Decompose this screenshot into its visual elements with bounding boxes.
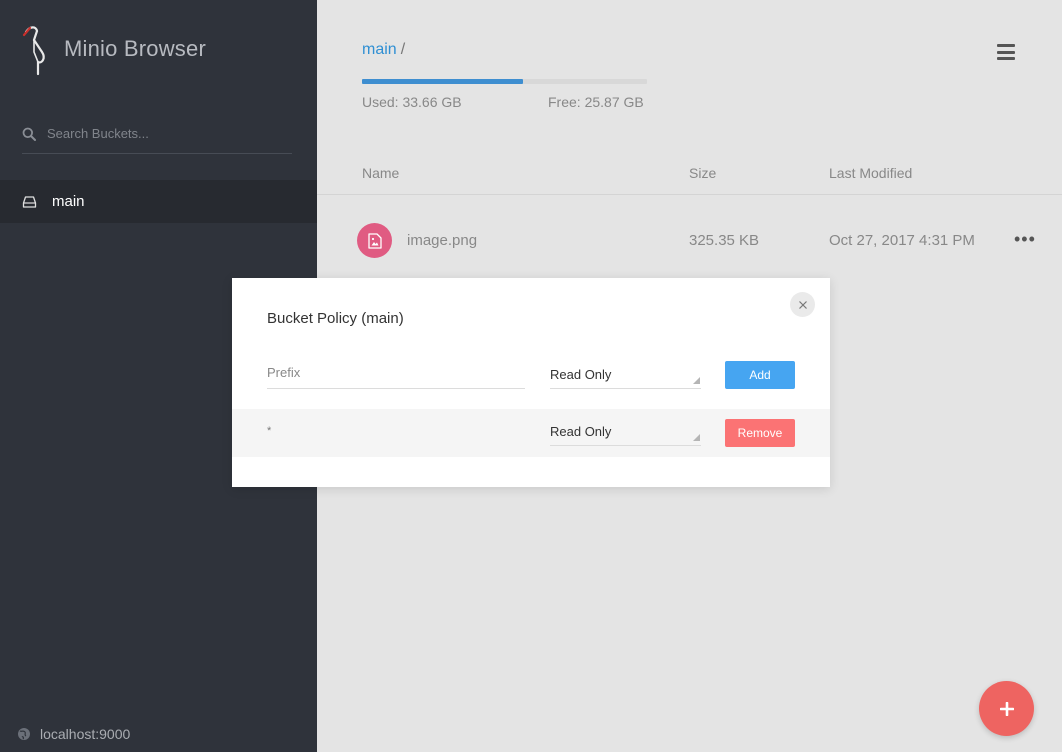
search-icon xyxy=(22,127,36,141)
app-name: Minio Browser xyxy=(64,36,206,61)
storage-free-label: Free: 25.87 GB xyxy=(548,94,644,110)
host-info: localhost:9000 xyxy=(17,726,130,742)
file-size: 325.35 KB xyxy=(689,232,760,249)
sidebar-item-label: main xyxy=(52,193,85,210)
bucket-search[interactable] xyxy=(22,114,292,154)
add-button[interactable] xyxy=(979,681,1034,736)
breadcrumb-bucket-link[interactable]: main xyxy=(362,41,397,58)
select-caret-icon xyxy=(693,377,700,384)
file-last-modified: Oct 27, 2017 4:31 PM xyxy=(829,232,975,249)
plus-icon xyxy=(999,701,1014,716)
hard-drive-icon xyxy=(22,195,37,208)
column-header-size[interactable]: Size xyxy=(689,165,716,181)
new-policy-select[interactable]: Read Only xyxy=(550,364,701,389)
policy-prefix: * xyxy=(267,425,272,437)
add-policy-button[interactable]: Add xyxy=(725,361,795,389)
close-icon xyxy=(798,300,807,309)
select-caret-icon xyxy=(693,434,700,441)
column-header-name[interactable]: Name xyxy=(362,165,399,181)
storage-usage-bar xyxy=(362,79,647,84)
breadcrumb-separator: / xyxy=(400,41,406,58)
object-table-header: Name Size Last Modified xyxy=(317,154,1062,195)
prefix-input[interactable] xyxy=(267,365,525,380)
new-policy-select-value: Read Only xyxy=(550,367,612,382)
host-address: localhost:9000 xyxy=(40,726,131,742)
search-buckets-input[interactable] xyxy=(47,126,277,141)
file-name[interactable]: image.png xyxy=(407,232,477,249)
policy-select-value: Read Only xyxy=(550,424,612,439)
close-button[interactable] xyxy=(790,292,815,317)
breadcrumb: main / xyxy=(362,41,405,59)
globe-icon xyxy=(18,728,30,740)
storage-usage-fill xyxy=(362,79,524,84)
sidebar-item-main[interactable]: main xyxy=(0,180,317,223)
remove-policy-button[interactable]: Remove xyxy=(725,419,795,447)
image-file-icon[interactable] xyxy=(357,223,392,258)
storage-used-label: Used: 33.66 GB xyxy=(362,94,462,110)
modal-title: Bucket Policy (main) xyxy=(267,310,404,327)
app-logo: Minio Browser xyxy=(22,22,206,76)
policy-select[interactable]: Read Only xyxy=(550,421,701,446)
more-actions-icon[interactable]: ••• xyxy=(1014,230,1036,248)
policy-row: * Read Only Remove xyxy=(232,409,830,457)
hamburger-menu-icon[interactable] xyxy=(997,44,1015,60)
table-row[interactable]: image.png 325.35 KB Oct 27, 2017 4:31 PM… xyxy=(317,216,1062,266)
prefix-field xyxy=(267,364,525,389)
bucket-policy-modal: Bucket Policy (main) Read Only Add * Rea… xyxy=(232,278,830,487)
column-header-last-modified[interactable]: Last Modified xyxy=(829,165,912,181)
minio-logo-icon xyxy=(22,26,45,76)
